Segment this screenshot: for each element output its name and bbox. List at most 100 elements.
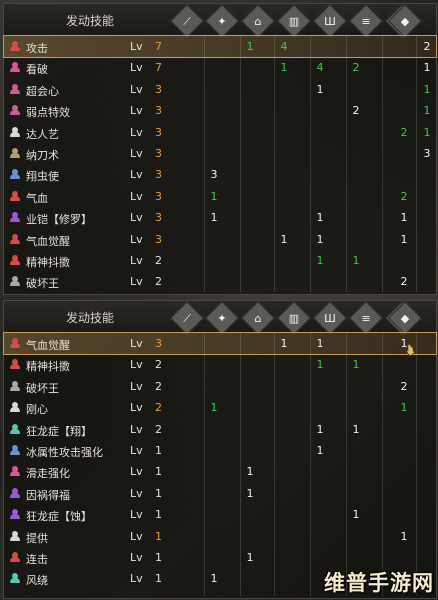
skill-person-icon	[10, 530, 20, 541]
skill-level: 2	[155, 275, 162, 289]
skill-row[interactable]: 业铠【修罗】 Lv 3 1 1 1	[4, 207, 436, 228]
column-divider	[416, 36, 417, 292]
skill-point-cell: 1	[316, 422, 324, 436]
skill-level: 1	[155, 486, 162, 500]
skill-point-cell: 1	[423, 125, 431, 139]
skill-name: 刚心	[26, 403, 48, 417]
level-label: Lv	[130, 508, 143, 522]
skill-row[interactable]: 纳刀术 Lv 3 3	[4, 143, 436, 164]
skill-row[interactable]: 攻击 Lv 7 1 4 2	[3, 34, 437, 59]
skill-row[interactable]: 翔虫使 Lv 3 3	[4, 164, 436, 185]
skill-level: 3	[155, 104, 162, 118]
skill-row[interactable]: 狂龙症【翔】 Lv 2 1 1	[4, 419, 436, 440]
armor-arms-icon[interactable]: Ш	[313, 301, 347, 335]
skill-name: 气血觉醒	[26, 234, 70, 248]
skill-level: 2	[155, 422, 162, 436]
armor-head-icon[interactable]: ⌂	[241, 4, 275, 38]
skill-point-cell: 3	[423, 146, 431, 160]
skill-row[interactable]: 达人艺 Lv 3 2 1	[4, 122, 436, 143]
skill-person-icon	[10, 190, 20, 201]
skill-name: 因祸得福	[26, 488, 70, 502]
column-divider	[346, 333, 347, 596]
skill-name: 气血	[26, 191, 48, 205]
skill-level: 3	[155, 168, 162, 182]
skill-point-cell: 1	[210, 401, 218, 415]
skill-person-icon	[10, 276, 20, 287]
skill-point-cell: 1	[316, 211, 324, 225]
skill-row[interactable]: 连击 Lv 1 1	[4, 547, 436, 568]
decoration-icon[interactable]: ◆	[388, 301, 422, 335]
armor-waist-icon[interactable]: ≡	[349, 301, 383, 335]
skill-level: 2	[155, 358, 162, 372]
skill-row[interactable]: 气血觉醒 Lv 3 1 1 1	[4, 229, 436, 250]
skill-name: 滑走强化	[26, 467, 70, 481]
skill-list: 攻击 Lv 7 1 4 2 看破 Lv 7 1 4 2 1 超会心 Lv 3 1 1 弱点特效 Lv 3 2 1 达人艺 Lv 3…	[3, 34, 437, 293]
skill-level: 7	[155, 61, 162, 75]
armor-head-icon[interactable]: ⌂	[241, 301, 275, 335]
skill-name: 弱点特效	[26, 106, 70, 120]
skill-point-cell: 1	[316, 443, 324, 457]
level-label: Lv	[130, 253, 143, 267]
skill-row[interactable]: 气血 Lv 3 1 2	[4, 186, 436, 207]
skill-name: 狂龙症【翔】	[26, 424, 92, 438]
skill-row[interactable]: 精神抖擞 Lv 2 1 1	[4, 250, 436, 271]
column-divider	[204, 36, 205, 292]
longsword-icon[interactable]: ⟋	[170, 301, 204, 335]
skill-row[interactable]: 弱点特效 Lv 3 2 1	[4, 100, 436, 121]
column-divider	[382, 333, 383, 596]
skill-point-cell: 1	[400, 529, 408, 543]
skill-person-icon	[10, 402, 20, 413]
skill-row[interactable]: 冰属性攻击强化 Lv 1 1	[4, 440, 436, 461]
skill-row[interactable]: 破坏王 Lv 2 2	[4, 376, 436, 397]
skill-name: 业铠【修罗】	[26, 213, 92, 227]
skill-point-cell: 1	[246, 550, 254, 564]
skill-point-cell: 4	[280, 40, 288, 53]
armor-waist-icon[interactable]: ≡	[349, 4, 383, 38]
column-divider	[382, 36, 383, 292]
skill-person-icon	[10, 423, 20, 434]
skill-level: 3	[155, 211, 162, 225]
charm-icon[interactable]: ✦	[205, 4, 239, 38]
decoration-icon[interactable]: ◆	[388, 4, 422, 38]
level-label: Lv	[130, 275, 143, 289]
skill-level: 1	[155, 550, 162, 564]
skill-row[interactable]: 提供 Lv 1 1	[4, 526, 436, 547]
skill-point-cell: 2	[400, 275, 408, 289]
column-divider	[416, 333, 417, 596]
skill-point-cell: 1	[280, 337, 288, 350]
skill-name: 看破	[26, 63, 48, 77]
skill-level: 3	[155, 189, 162, 203]
skill-name: 连击	[26, 552, 48, 566]
skill-row[interactable]: 精神抖擞 Lv 2 1 1	[4, 354, 436, 375]
column-divider	[274, 36, 275, 292]
skill-point-cell: 1	[316, 337, 324, 350]
skill-row[interactable]: 气血觉醒 Lv 3 1 1 1	[3, 331, 437, 356]
armor-chest-icon[interactable]: ▥	[277, 4, 311, 38]
skill-row[interactable]: 超会心 Lv 3 1 1	[4, 79, 436, 100]
skill-row[interactable]: 因祸得福 Lv 1 1	[4, 483, 436, 504]
level-label: Lv	[130, 40, 143, 53]
skill-point-cell: 2	[352, 104, 360, 118]
skill-point-cell: 1	[352, 422, 360, 436]
skill-point-cell: 2	[352, 61, 360, 75]
skill-level: 1	[155, 508, 162, 522]
skill-point-cell: 1	[280, 232, 288, 246]
skill-row[interactable]: 刚心 Lv 2 1 1	[4, 397, 436, 418]
armor-chest-icon[interactable]: ▥	[277, 301, 311, 335]
longsword-icon[interactable]: ⟋	[170, 4, 204, 38]
skill-name: 达人艺	[26, 127, 59, 141]
skill-point-cell: 1	[210, 572, 218, 586]
skill-name: 纳刀术	[26, 148, 59, 162]
skill-row[interactable]: 滑走强化 Lv 1 1	[4, 461, 436, 482]
skill-point-cell: 1	[210, 211, 218, 225]
skill-row[interactable]: 狂龙症【蚀】 Lv 1 1	[4, 504, 436, 525]
skill-point-cell: 1	[316, 82, 324, 96]
skill-row[interactable]: 破坏王 Lv 2 2	[4, 271, 436, 292]
skill-row[interactable]: 看破 Lv 7 1 4 2 1	[4, 57, 436, 78]
skill-level: 3	[155, 125, 162, 139]
armor-arms-icon[interactable]: Ш	[313, 4, 347, 38]
skill-level: 3	[155, 146, 162, 160]
charm-icon[interactable]: ✦	[205, 301, 239, 335]
skill-name: 翔虫使	[26, 170, 59, 184]
skill-level: 3	[155, 337, 162, 350]
